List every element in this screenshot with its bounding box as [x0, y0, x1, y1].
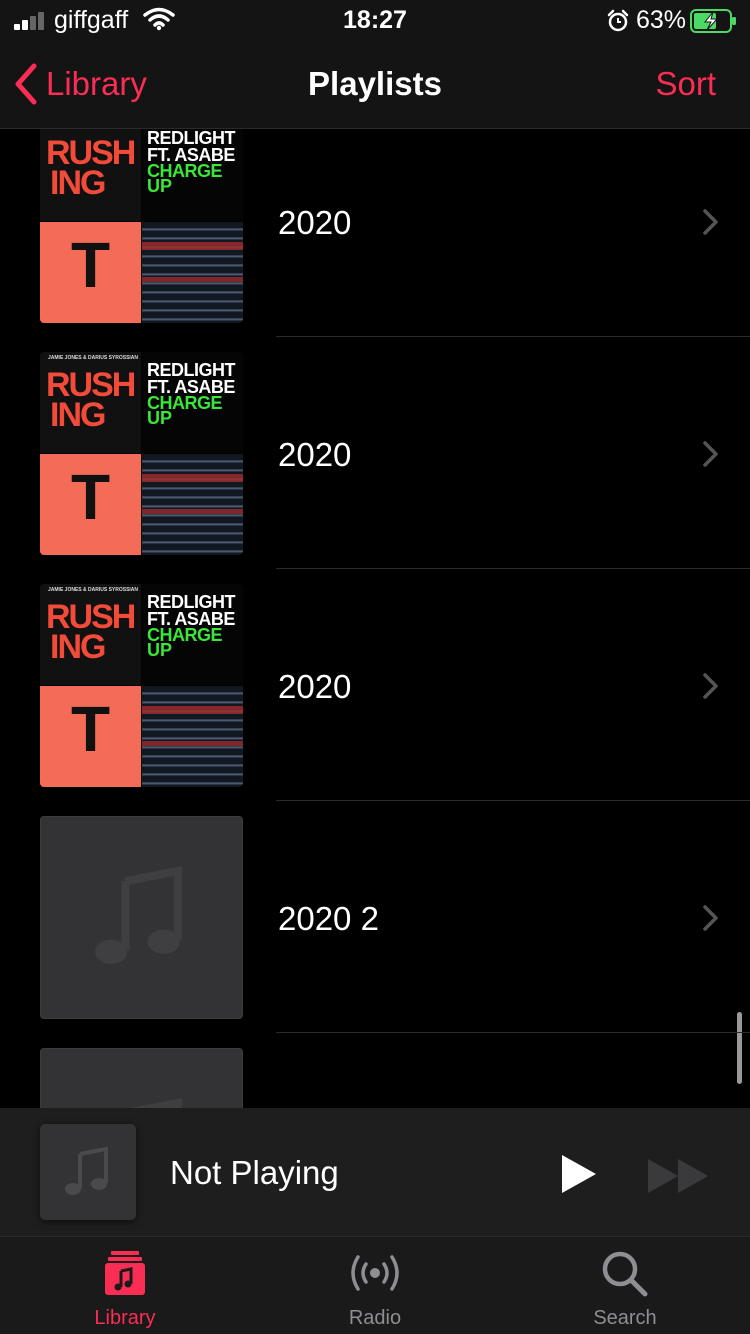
tab-library-label: Library: [94, 1307, 156, 1329]
sort-button[interactable]: Sort: [655, 65, 716, 103]
tab-radio-label: Radio: [348, 1307, 402, 1329]
playlist-title: 2020: [278, 203, 352, 241]
tab-search-label: Search: [593, 1307, 657, 1329]
battery-percent: 63%: [636, 6, 687, 34]
album-cover-stage: [142, 454, 243, 555]
chevron-right-icon: [703, 440, 718, 467]
row-separator: [276, 336, 750, 337]
search-icon: [602, 1251, 648, 1297]
chevron-right-icon: [703, 904, 718, 931]
album-cover-charge-up: REDLIGHT FT. ASABE CHARGE UP: [142, 129, 243, 221]
mini-player-artwork: [40, 1124, 136, 1220]
battery-charging-icon: [690, 9, 736, 33]
album-cover-t: T: [40, 222, 141, 323]
album-cover-stage: [142, 686, 243, 787]
playlist-row[interactable]: JAMIE JONES & DARIUS SYROSSIANRUSHINGRED…: [0, 352, 750, 584]
row-separator: [276, 1032, 750, 1033]
playlist-artwork: [40, 816, 243, 1019]
mini-player[interactable]: Not Playing: [0, 1108, 750, 1237]
album-cover-rushing: JAMIE JONES & DARIUS SYROSSIANRUSHING: [40, 352, 141, 453]
album-cover-charge-up: REDLIGHT FT. ASABE CHARGE UP: [142, 352, 243, 453]
playlist-title: 2020: [278, 435, 352, 473]
navigation-bar: Library Playlists Sort: [0, 40, 750, 129]
tab-search[interactable]: Search: [500, 1237, 750, 1334]
album-cover-stage: [142, 222, 243, 323]
playlist-artwork: [40, 1048, 243, 1108]
playlist-row[interactable]: [0, 1048, 750, 1108]
chevron-right-icon: [703, 208, 718, 235]
play-button[interactable]: [556, 1152, 600, 1196]
chevron-right-icon: [703, 672, 718, 699]
row-separator: [276, 568, 750, 569]
playlist-list[interactable]: JAMIE JONES & DARIUS SYROSSIANRUSHINGRED…: [0, 129, 750, 1108]
music-note-icon: [130, 1098, 182, 1108]
playlist-artwork: JAMIE JONES & DARIUS SYROSSIANRUSHINGRED…: [40, 352, 243, 555]
playlist-row[interactable]: JAMIE JONES & DARIUS SYROSSIANRUSHINGRED…: [0, 584, 750, 816]
album-cover-rushing: JAMIE JONES & DARIUS SYROSSIANRUSHING: [40, 129, 141, 221]
music-note-icon: [95, 866, 182, 964]
playlist-title: 2020 2: [278, 899, 379, 937]
music-note-icon: [65, 1146, 108, 1195]
playlist-row[interactable]: 2020 2: [0, 816, 750, 1048]
playlist-row[interactable]: JAMIE JONES & DARIUS SYROSSIANRUSHINGRED…: [0, 129, 750, 352]
album-cover-rushing: JAMIE JONES & DARIUS SYROSSIANRUSHING: [40, 584, 141, 685]
tab-bar: Library Radio Search: [0, 1237, 750, 1334]
playlist-title: 2020: [278, 667, 352, 705]
playlist-artwork: JAMIE JONES & DARIUS SYROSSIANRUSHINGRED…: [40, 584, 243, 787]
row-separator: [276, 800, 750, 801]
library-icon: [105, 1251, 145, 1295]
now-playing-title: Not Playing: [170, 1154, 339, 1191]
alarm-icon: [607, 9, 629, 32]
page-title: Playlists: [308, 65, 442, 102]
radio-icon: [351, 1255, 399, 1291]
tab-radio[interactable]: Radio: [250, 1237, 500, 1334]
album-cover-t: T: [40, 686, 141, 787]
tab-library[interactable]: Library: [0, 1237, 250, 1334]
fast-forward-button[interactable]: [646, 1156, 712, 1196]
album-cover-charge-up: REDLIGHT FT. ASABE CHARGE UP: [142, 584, 243, 685]
playlist-artwork: JAMIE JONES & DARIUS SYROSSIANRUSHINGRED…: [40, 129, 243, 323]
album-cover-t: T: [40, 454, 141, 555]
status-bar: giffgaff 18:27 63%: [0, 0, 750, 40]
